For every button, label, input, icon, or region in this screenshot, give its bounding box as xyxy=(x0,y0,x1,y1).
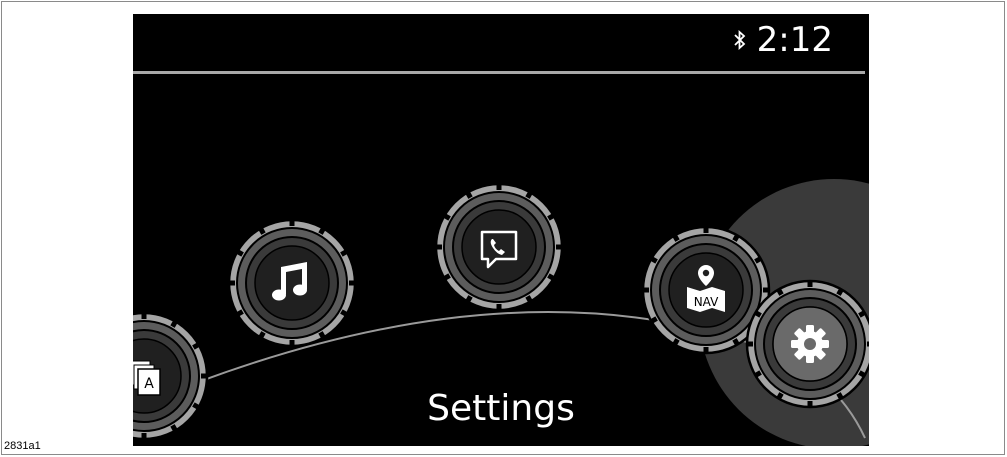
infotainment-screen: 2:12 A NAV Settings xyxy=(133,14,869,446)
menu-wheel: A NAV xyxy=(133,179,869,446)
nav-glyph: NAV xyxy=(694,295,719,309)
communication-dial[interactable] xyxy=(436,184,562,310)
selected-item-label: Settings xyxy=(427,388,575,429)
figure-reference: 2831a1 xyxy=(4,440,41,452)
music-dial[interactable] xyxy=(229,220,355,346)
gear-icon xyxy=(791,325,829,363)
